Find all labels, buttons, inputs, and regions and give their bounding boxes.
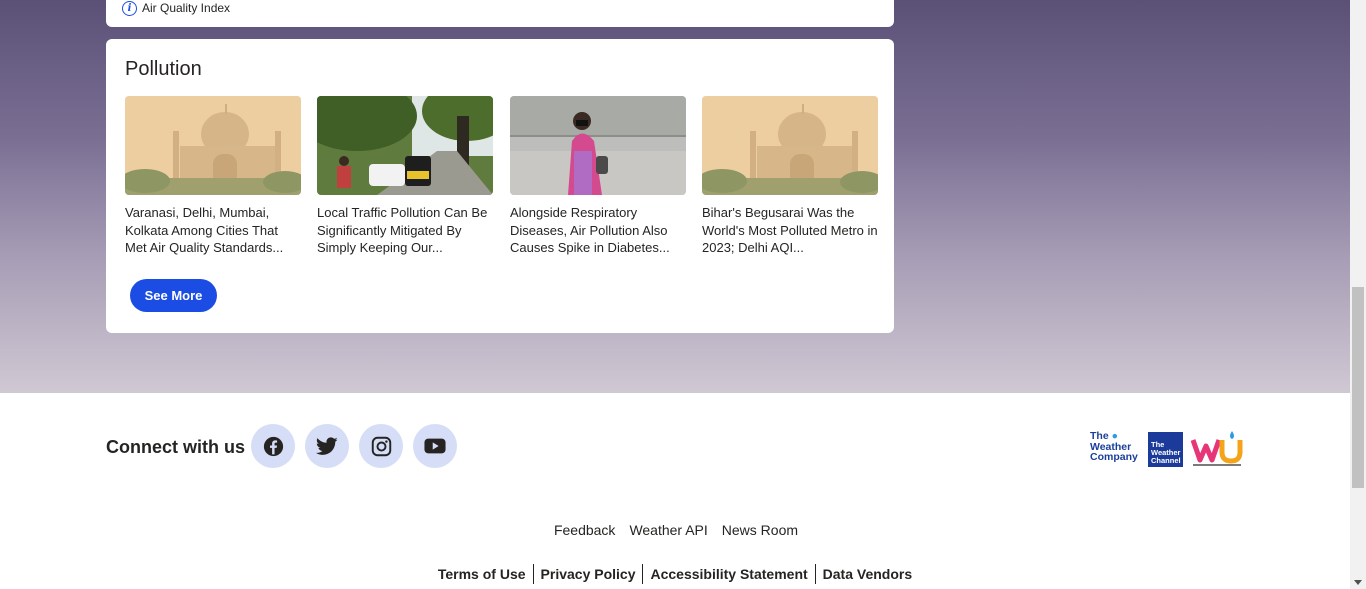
channel-logo-line: Channel xyxy=(1151,455,1181,465)
air-quality-index-link[interactable]: i Air Quality Index xyxy=(122,0,230,16)
footer-primary-links: Feedback Weather API News Room xyxy=(0,522,1350,538)
card-title: Pollution xyxy=(125,58,202,80)
article-thumbnail xyxy=(702,96,878,195)
news-room-link[interactable]: News Room xyxy=(722,522,798,538)
see-more-button[interactable]: See More xyxy=(130,279,217,312)
feedback-link[interactable]: Feedback xyxy=(554,522,615,538)
info-icon: i xyxy=(122,0,137,16)
article-card[interactable]: Bihar's Begusarai Was the World's Most P… xyxy=(702,96,878,257)
brand-logos: The ● Weather Company The Weather Channe… xyxy=(1090,430,1243,468)
weather-underground-logo[interactable] xyxy=(1191,430,1243,468)
article-title: Local Traffic Pollution Can Be Significa… xyxy=(317,205,488,256)
article-thumbnail xyxy=(317,96,493,195)
scrollbar-thumb[interactable] xyxy=(1352,287,1364,488)
privacy-policy-link[interactable]: Privacy Policy xyxy=(534,564,644,584)
twitter-link[interactable] xyxy=(305,424,349,468)
article-title: Alongside Respiratory Diseases, Air Poll… xyxy=(510,205,670,256)
aqi-label: Air Quality Index xyxy=(142,1,231,15)
article-card[interactable]: Alongside Respiratory Diseases, Air Poll… xyxy=(510,96,686,257)
data-vendors-link[interactable]: Data Vendors xyxy=(816,564,919,584)
facebook-link[interactable] xyxy=(251,424,295,468)
the-weather-company-logo[interactable]: The ● Weather Company xyxy=(1090,431,1140,467)
article-title: Bihar's Begusarai Was the World's Most P… xyxy=(702,205,878,256)
connect-label: Connect with us xyxy=(106,437,245,457)
scroll-down-arrow-icon[interactable] xyxy=(1354,580,1362,585)
weather-api-link[interactable]: Weather API xyxy=(629,522,707,538)
pollution-card: Pollution Varanasi, Delhi, Mumbai, Kolka… xyxy=(106,39,894,333)
instagram-link[interactable] xyxy=(359,424,403,468)
youtube-icon xyxy=(424,438,446,454)
facebook-icon xyxy=(263,436,283,456)
instagram-icon xyxy=(371,436,391,456)
twitter-icon xyxy=(316,436,338,455)
footer-legal-links: Terms of Use Privacy Policy Accessibilit… xyxy=(0,564,1350,584)
article-thumbnail xyxy=(125,96,301,195)
youtube-link[interactable] xyxy=(413,424,457,468)
article-card[interactable]: Local Traffic Pollution Can Be Significa… xyxy=(317,96,493,257)
article-card[interactable]: Varanasi, Delhi, Mumbai, Kolkata Among C… xyxy=(125,96,301,257)
the-weather-channel-logo[interactable]: The Weather Channel xyxy=(1148,431,1183,467)
terms-of-use-link[interactable]: Terms of Use xyxy=(431,564,534,584)
vertical-scrollbar[interactable] xyxy=(1350,0,1366,589)
accessibility-statement-link[interactable]: Accessibility Statement xyxy=(643,564,816,584)
article-thumbnail xyxy=(510,96,686,195)
twc-logo-line: Company xyxy=(1090,451,1138,463)
article-title: Varanasi, Delhi, Mumbai, Kolkata Among C… xyxy=(125,205,284,256)
